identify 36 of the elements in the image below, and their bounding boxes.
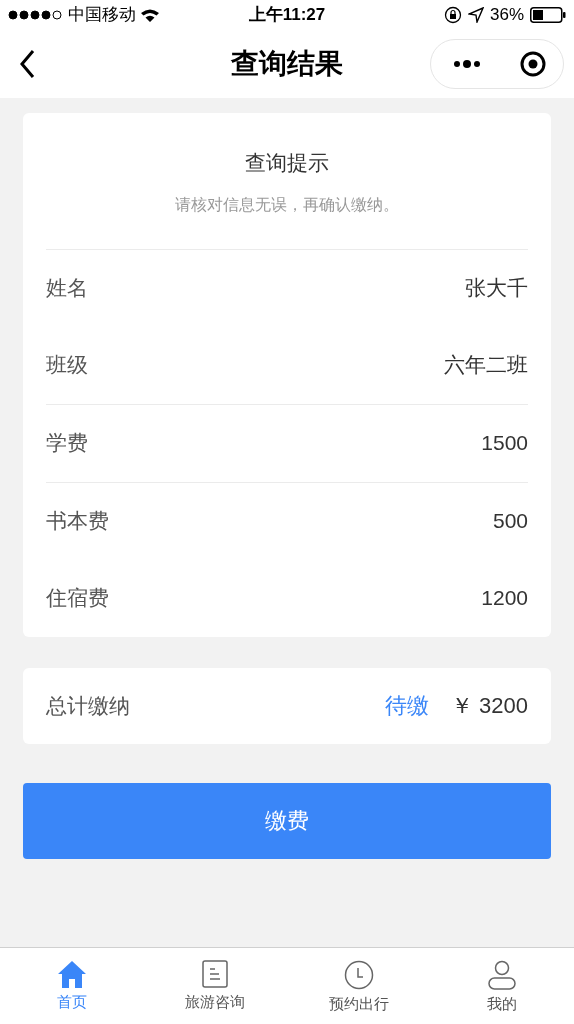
field-label: 姓名	[46, 275, 88, 302]
tab-item[interactable]: 我的	[430, 948, 574, 1024]
field-label: 学费	[46, 430, 88, 457]
battery-percent: 36%	[489, 4, 524, 27]
clock-icon	[343, 960, 374, 990]
field-value: 1500	[481, 430, 528, 457]
battery-icon	[530, 7, 566, 23]
field-value: 1200	[481, 585, 528, 612]
wifi-icon	[140, 8, 160, 22]
target-icon	[519, 51, 546, 77]
location-arrow-icon	[467, 7, 484, 23]
carrier-text: 中国移动	[68, 4, 136, 27]
more-icon	[452, 59, 481, 69]
field-label: 书本费	[46, 508, 109, 535]
home-icon	[56, 960, 87, 988]
signal-icon	[8, 10, 64, 20]
person-icon	[488, 960, 517, 990]
rotation-lock-icon	[443, 6, 462, 24]
clock-time: 上午11:27	[248, 4, 326, 27]
field-value: 六年二班	[444, 352, 528, 379]
field-value: 500	[492, 508, 528, 535]
field-value: 张大千	[465, 275, 528, 302]
document-icon	[202, 960, 229, 988]
tab-item[interactable]: 旅游咨询	[143, 948, 287, 1024]
field-label: 住宿费	[46, 585, 109, 612]
pay-button[interactable]: 缴费	[23, 782, 551, 859]
notice-subtitle: 请核对信息无误，再确认缴纳。	[175, 194, 399, 215]
total-amount: ￥ 3200	[450, 692, 528, 720]
tab-item[interactable]: 首页	[0, 948, 144, 1024]
notice-title: 查询提示	[245, 150, 329, 176]
payment-status: 待缴	[384, 692, 429, 720]
back-icon	[19, 49, 35, 79]
tab-item[interactable]: 预约出行	[287, 948, 431, 1024]
page-title: 查询结果	[231, 47, 343, 81]
total-label: 总计缴纳	[46, 692, 130, 719]
field-label: 班级	[46, 352, 88, 379]
